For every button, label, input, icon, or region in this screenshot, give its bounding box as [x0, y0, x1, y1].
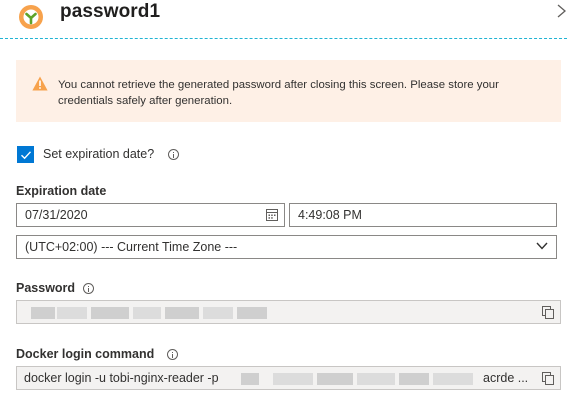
checkmark-icon	[21, 151, 32, 160]
password-field[interactable]	[16, 300, 561, 324]
expiration-time-field[interactable]: 4:49:08 PM	[289, 203, 557, 227]
info-icon[interactable]	[167, 349, 178, 360]
copy-icon[interactable]	[542, 372, 554, 385]
container-registry-icon	[19, 5, 43, 29]
warning-icon	[32, 76, 48, 91]
warning-text: You cannot retrieve the generated passwo…	[58, 79, 499, 107]
docker-login-command-end: acrde ...	[483, 371, 529, 385]
docker-login-command: docker login -u tobi-nginx-reader -p	[24, 371, 219, 385]
blade-header: password1	[0, 0, 567, 36]
docker-login-field[interactable]: docker login -u tobi-nginx-reader -p acr…	[16, 366, 561, 390]
docker-login-label: Docker login command	[16, 347, 155, 361]
expiration-checkbox[interactable]	[17, 146, 34, 163]
chevron-down-icon	[536, 242, 548, 250]
expiration-checkbox-label[interactable]: Set expiration date?	[43, 147, 154, 161]
copy-icon[interactable]	[542, 306, 554, 319]
expiration-date-field[interactable]: 07/31/2020	[16, 203, 285, 227]
redacted-password	[31, 307, 55, 319]
chevron-right-icon[interactable]	[556, 4, 567, 18]
timezone-value: (UTC+02:00) --- Current Time Zone ---	[25, 240, 238, 254]
expiration-date-label: Expiration date	[16, 184, 107, 198]
warning-banner: You cannot retrieve the generated passwo…	[16, 60, 561, 122]
page-title: password1	[60, 1, 161, 22]
info-icon[interactable]	[168, 149, 179, 160]
redacted-password	[241, 373, 259, 385]
expiration-date-value: 07/31/2020	[25, 208, 88, 222]
info-icon[interactable]	[83, 283, 94, 294]
header-divider	[0, 38, 567, 39]
password-label: Password	[16, 281, 76, 295]
calendar-icon[interactable]	[266, 208, 278, 221]
timezone-dropdown[interactable]: (UTC+02:00) --- Current Time Zone ---	[16, 235, 557, 259]
expiration-time-value: 4:49:08 PM	[298, 208, 362, 222]
